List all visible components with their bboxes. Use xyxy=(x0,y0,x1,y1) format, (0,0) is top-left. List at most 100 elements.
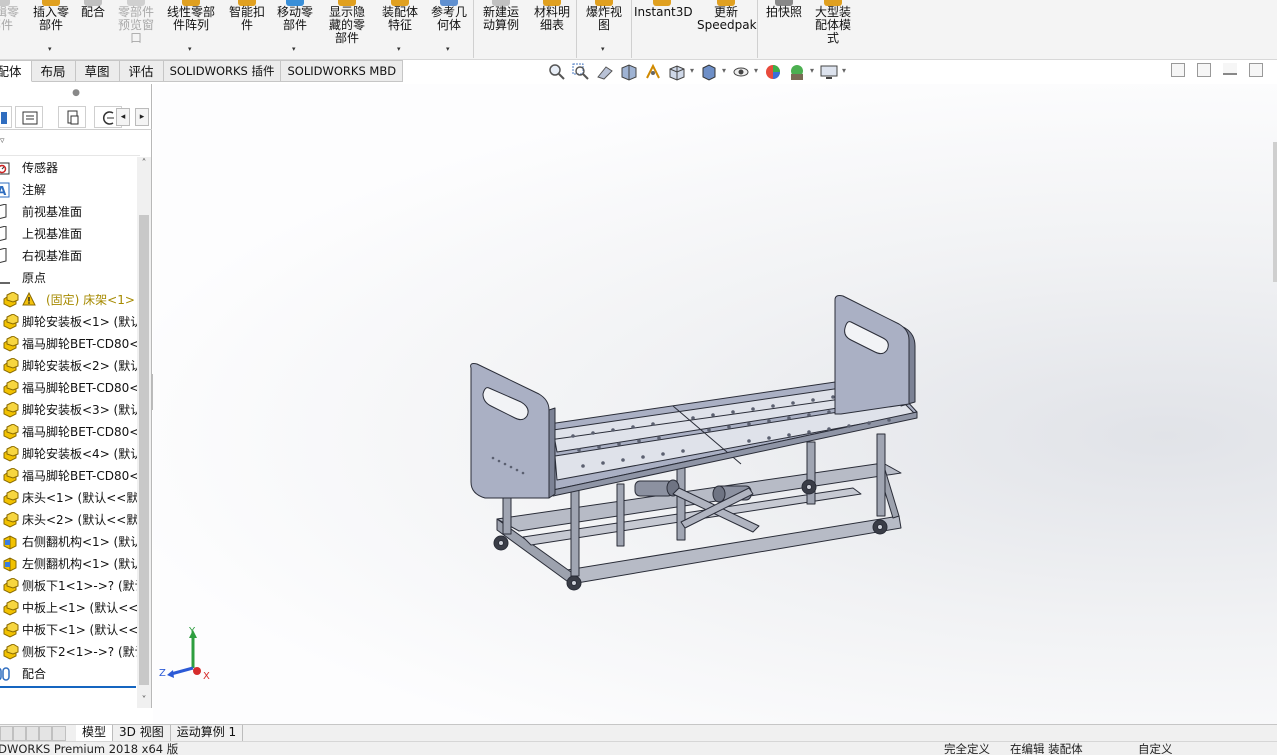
tab-1[interactable]: 布局 xyxy=(31,60,76,82)
last-tab-icon[interactable] xyxy=(39,726,52,741)
annotation-icon: A xyxy=(0,182,11,198)
ribbon-button-5[interactable]: 智能扣 件 xyxy=(226,0,268,58)
dropdown-arrow-icon[interactable]: ▾ xyxy=(188,43,192,56)
graphics-area[interactable]: Y Z X xyxy=(153,84,1277,724)
tree-item-label: 脚轮安装板<3> (默认 xyxy=(22,403,137,417)
ribbon-button-11[interactable]: 材料明 细表 xyxy=(530,0,574,58)
dropdown-arrow-icon[interactable]: ▾ xyxy=(446,43,450,56)
ribbon-button-10[interactable]: 新建运 动算例 xyxy=(478,0,524,58)
apply-scene-icon[interactable] xyxy=(788,63,814,81)
ribbon-button-4[interactable]: 线性零部 件阵列 ▾ xyxy=(164,0,218,58)
bottom-tab-1[interactable]: 3D 视图 xyxy=(113,725,171,741)
prev-tab-icon[interactable] xyxy=(13,726,26,741)
ribbon-button-15[interactable]: 拍快照 xyxy=(762,0,806,58)
ribbon-button-9[interactable]: 参考几 何体 ▾ xyxy=(428,0,470,58)
bottom-tab-0[interactable]: 模型 xyxy=(76,725,114,741)
tree-item[interactable]: 床头<2> (默认<<默认 xyxy=(0,509,137,531)
tile-left-icon[interactable] xyxy=(1171,63,1185,77)
tree-item[interactable]: 侧板下1<1>->? (默认 xyxy=(0,575,137,597)
dropdown-arrow-icon[interactable]: ▾ xyxy=(397,43,401,56)
bottom-tab-2[interactable]: 运动算例 1 xyxy=(171,725,244,741)
view-orientation-icon[interactable] xyxy=(668,63,694,81)
previous-view-icon[interactable] xyxy=(596,63,614,81)
tree-item[interactable]: 脚轮安装板<4> (默认 xyxy=(0,443,137,465)
panel-drag-handle[interactable]: ● xyxy=(0,84,152,102)
tree-item[interactable]: 左侧翻机构<1> (默认 xyxy=(0,553,137,575)
property-manager-tab[interactable] xyxy=(15,106,43,128)
scroll-down-icon[interactable]: ˅ xyxy=(137,694,151,708)
status-bar: SOLIDWORKS Premium 2018 x64 版 完全定义 在编辑 装… xyxy=(0,741,1277,755)
tree-item[interactable]: 上视基准面 xyxy=(0,223,137,245)
tree-item[interactable]: 右视基准面 xyxy=(0,245,137,267)
ribbon-button-6[interactable]: 移动零 部件 ▾ xyxy=(274,0,316,58)
tabs-scroll-right-button[interactable]: ▸ xyxy=(135,108,149,126)
tree-item[interactable]: 脚轮安装板<3> (默认 xyxy=(0,399,137,421)
display-style-icon[interactable] xyxy=(700,63,726,81)
tree-item-label: 福马脚轮BET-CD80< xyxy=(22,425,137,439)
rollback-bar[interactable] xyxy=(0,686,136,688)
ribbon-button-16[interactable]: 大型装 配体模 式 xyxy=(810,0,856,58)
tab-split-icon[interactable] xyxy=(52,726,66,741)
tree-item[interactable]: 福马脚轮BET-CD80< xyxy=(0,465,137,487)
tree-item[interactable]: 福马脚轮BET-CD80< xyxy=(0,333,137,355)
tab-2[interactable]: 草图 xyxy=(75,60,120,82)
tabs-scroll-left-button[interactable]: ◂ xyxy=(116,108,130,126)
minimize-icon[interactable] xyxy=(1223,63,1237,75)
dropdown-arrow-icon[interactable]: ▾ xyxy=(48,43,52,56)
tree-item[interactable]: 福马脚轮BET-CD80< xyxy=(0,377,137,399)
dropdown-arrow-icon[interactable]: ▾ xyxy=(601,43,605,56)
ribbon-button-14[interactable]: 更新 Speedpak xyxy=(697,0,757,58)
tree-item[interactable]: 原点 xyxy=(0,267,137,289)
tree-item[interactable]: 配合 xyxy=(0,663,137,685)
warning-icon xyxy=(22,291,36,306)
configuration-manager-tab[interactable] xyxy=(58,106,86,128)
ribbon-button-8[interactable]: 装配体 特征 ▾ xyxy=(378,0,422,58)
tree-item[interactable]: A 注解 xyxy=(0,179,137,201)
tree-item[interactable]: 脚轮安装板<1> (默认 xyxy=(0,311,137,333)
tree-item[interactable]: 福马脚轮BET-CD80< xyxy=(0,421,137,443)
scrollbar-thumb[interactable] xyxy=(139,215,149,685)
subassembly-icon xyxy=(2,423,19,440)
tree-item[interactable]: 右侧翻机构<1> (默认 xyxy=(0,531,137,553)
tile-right-icon[interactable] xyxy=(1197,63,1211,77)
task-pane-edge[interactable] xyxy=(1273,142,1277,282)
next-tab-icon[interactable] xyxy=(26,726,39,741)
section-view-icon[interactable] xyxy=(620,63,638,81)
tree-item[interactable]: 侧板下2<1>->? (默认 xyxy=(0,641,137,663)
feature-manager-tab[interactable] xyxy=(0,106,12,128)
dynamic-annotation-icon[interactable] xyxy=(644,63,662,81)
restore-icon[interactable] xyxy=(1249,63,1263,77)
tree-item[interactable]: 中板上<1> (默认<<默 xyxy=(0,597,137,619)
status-units[interactable]: 自定义 xyxy=(1138,742,1173,755)
ribbon-button-1[interactable]: 插入零 部件 ▾ xyxy=(30,0,72,58)
ribbon-button-0[interactable]: 编辑零 部件 xyxy=(0,0,24,58)
tree-item[interactable]: 传感器 xyxy=(0,157,137,179)
ribbon-button-13[interactable]: Instant3D xyxy=(634,0,693,58)
view-settings-icon[interactable] xyxy=(820,63,846,81)
tree-filter-row[interactable]: ▿ xyxy=(0,132,140,156)
tab-3[interactable]: 评估 xyxy=(119,60,164,82)
first-tab-icon[interactable] xyxy=(0,726,13,741)
document-window-controls xyxy=(1171,63,1263,77)
tree-item[interactable]: (固定) 床架<1> xyxy=(0,289,137,311)
scroll-up-icon[interactable]: ˄ xyxy=(137,157,151,171)
tree-scrollbar[interactable]: ˄ ˅ xyxy=(137,157,151,708)
tree-item[interactable]: 床头<1> (默认<<默认 xyxy=(0,487,137,509)
zoom-to-area-icon[interactable] xyxy=(572,63,590,81)
hide-show-items-icon[interactable] xyxy=(732,63,758,81)
tab-4[interactable]: SOLIDWORKS 插件 xyxy=(163,60,282,82)
tree-item[interactable]: 前视基准面 xyxy=(0,201,137,223)
ribbon-button-12[interactable]: 爆炸视 图 ▾ xyxy=(582,0,626,58)
ribbon-button-7[interactable]: 显示隐 藏的零 部件 xyxy=(324,0,370,58)
tab-5[interactable]: SOLIDWORKS MBD xyxy=(281,60,404,82)
tree-item[interactable]: 中板下<1> (默认<<默 xyxy=(0,619,137,641)
dropdown-arrow-icon[interactable]: ▾ xyxy=(292,43,296,56)
ribbon-separator xyxy=(576,0,577,58)
tree-item[interactable]: 脚轮安装板<2> (默认 xyxy=(0,355,137,377)
edit-appearance-icon[interactable] xyxy=(764,63,782,81)
ribbon-button-3[interactable]: 零部件 预览窗 口 xyxy=(112,0,160,58)
ribbon-button-2[interactable]: 配合 xyxy=(78,0,108,58)
zoom-to-fit-icon[interactable] xyxy=(548,63,566,81)
tab-0[interactable]: 装配体 xyxy=(0,60,32,82)
status-editing[interactable]: 在编辑 装配体 xyxy=(1010,742,1083,755)
